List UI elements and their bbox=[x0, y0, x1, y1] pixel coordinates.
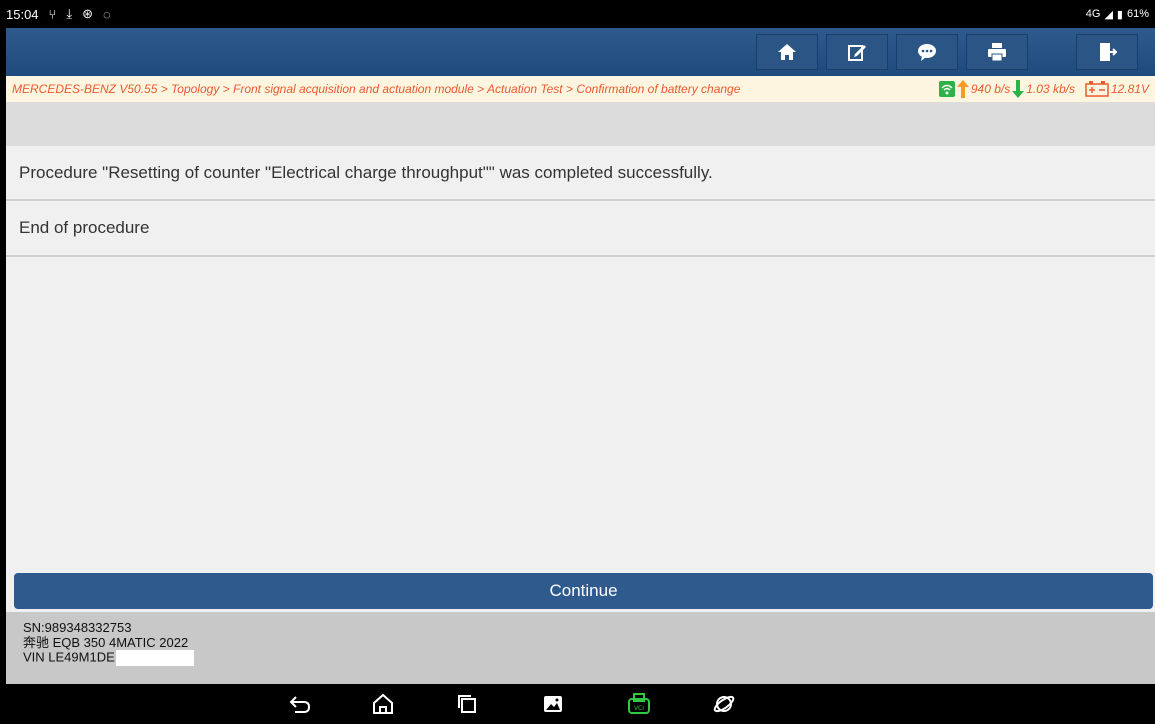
status-right: 4G ◢ ▮ 61% bbox=[1086, 8, 1149, 21]
voltage-value: 12.81V bbox=[1110, 82, 1149, 96]
vin-line: VIN LE49M1DE bbox=[23, 650, 1155, 666]
gallery-button[interactable] bbox=[541, 692, 565, 716]
download-rate: 1.03 kb/s bbox=[1026, 82, 1075, 96]
message-row: End of procedure bbox=[6, 201, 1155, 257]
bluetooth-icon: ⊛ bbox=[82, 6, 94, 21]
toolbar bbox=[6, 28, 1155, 76]
message-icon: ◌ bbox=[103, 6, 111, 22]
chat-button[interactable] bbox=[896, 34, 958, 70]
vehicle-info: SN:989348332753 奔驰 EQB 350 4MATIC 2022 V… bbox=[6, 612, 1155, 684]
home-icon bbox=[778, 44, 796, 60]
exit-button[interactable] bbox=[1076, 34, 1138, 70]
vin-number: VIN LE49M1DE bbox=[23, 649, 115, 665]
vehicle-model: 奔驰 EQB 350 4MATIC 2022 bbox=[23, 634, 189, 650]
status-left: 15:04 ⑂ ⤓ ⊛ ◌ bbox=[6, 6, 111, 22]
home-nav-icon bbox=[373, 693, 393, 714]
home-button[interactable] bbox=[756, 34, 818, 70]
connection-status: 940 b/s 1.03 kb/s 12.81V bbox=[938, 80, 1149, 98]
download-icon: ⤓ bbox=[66, 6, 73, 21]
exit-icon bbox=[1100, 43, 1117, 61]
chat-icon bbox=[918, 44, 936, 61]
breadcrumb: MERCEDES-BENZ V50.55 > Topology > Front … bbox=[6, 76, 1155, 102]
vci-button[interactable]: VCI bbox=[627, 692, 651, 716]
battery-icon: ▮ bbox=[1116, 8, 1123, 21]
upload-rate: 940 b/s bbox=[970, 82, 1011, 96]
usb-icon: ⑂ bbox=[48, 6, 57, 22]
download-arrow-icon bbox=[1012, 80, 1025, 98]
app-window: MERCEDES-BENZ V50.55 > Topology > Front … bbox=[6, 28, 1155, 684]
print-icon bbox=[988, 43, 1006, 62]
breadcrumb-path: MERCEDES-BENZ V50.55 > Topology > Front … bbox=[12, 82, 741, 96]
gallery-icon bbox=[544, 696, 562, 712]
edit-icon bbox=[848, 45, 866, 61]
signal-icon: ◢ bbox=[1104, 8, 1113, 21]
message-row: Procedure "Resetting of counter "Electri… bbox=[6, 146, 1155, 201]
vci-icon: VCI bbox=[628, 693, 650, 714]
network-label: 4G bbox=[1085, 8, 1101, 20]
header-band bbox=[6, 102, 1155, 146]
edit-button[interactable] bbox=[826, 34, 888, 70]
browser-button[interactable] bbox=[712, 692, 736, 716]
wifi-icon bbox=[938, 81, 955, 97]
print-button[interactable] bbox=[966, 34, 1028, 70]
vin-redaction bbox=[115, 650, 194, 666]
back-icon bbox=[289, 696, 311, 713]
home-nav-button[interactable] bbox=[371, 692, 395, 716]
battery-level: 61% bbox=[1126, 8, 1149, 20]
back-button[interactable] bbox=[288, 692, 312, 716]
nav-bar: VCI bbox=[0, 684, 1155, 724]
continue-button[interactable]: Continue bbox=[14, 573, 1153, 609]
recents-button[interactable] bbox=[455, 692, 479, 716]
svg-text:VCI: VCI bbox=[634, 705, 644, 712]
browser-icon bbox=[713, 695, 735, 713]
battery-voltage-icon bbox=[1085, 81, 1109, 97]
status-time: 15:04 bbox=[6, 6, 39, 22]
upload-arrow-icon bbox=[956, 80, 969, 98]
recents-icon bbox=[458, 695, 476, 713]
status-bar: 15:04 ⑂ ⤓ ⊛ ◌ 4G ◢ ▮ 61% bbox=[0, 0, 1155, 28]
serial-number: SN:989348332753 bbox=[23, 620, 132, 635]
